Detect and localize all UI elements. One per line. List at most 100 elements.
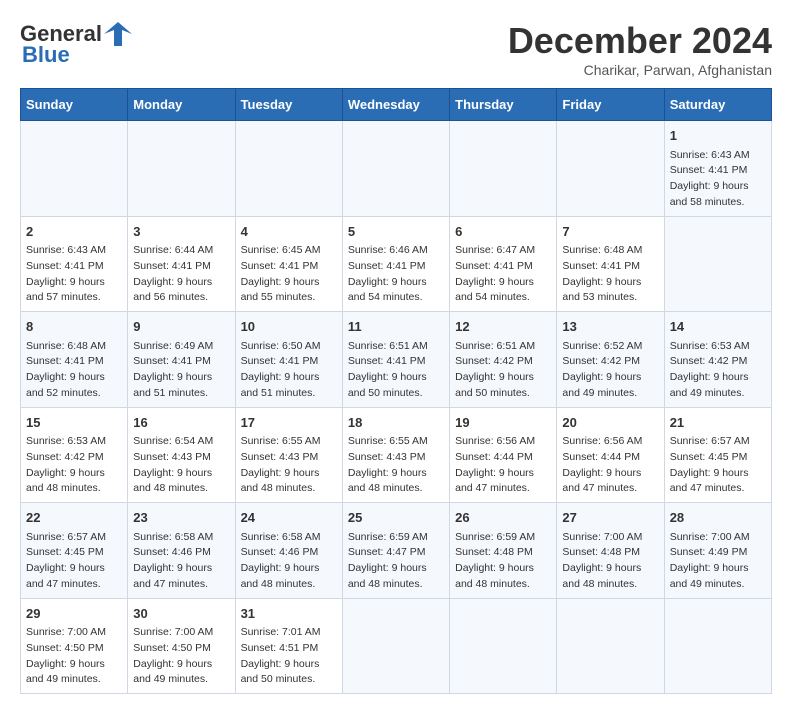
- daylight: Daylight: 9 hours and 48 minutes.: [241, 562, 320, 590]
- sunset: Sunset: 4:41 PM: [133, 260, 211, 272]
- sunrise: Sunrise: 6:56 AM: [455, 435, 535, 447]
- list-item: 24Sunrise: 6:58 AMSunset: 4:46 PMDayligh…: [235, 503, 342, 599]
- table-row: 22 Sunrise: 6:57 AM Sunset: 4:45 PM Dayligh…: [21, 503, 772, 599]
- day-number: 3: [133, 222, 229, 242]
- day-number: 1: [670, 126, 766, 146]
- col-saturday: Saturday: [664, 89, 771, 121]
- daylight: Daylight: 9 hours and 47 minutes.: [455, 467, 534, 495]
- table-row: 1 Sunrise: 6:43 AM Sunset: 4:41 PM Daylight…: [21, 121, 772, 217]
- table-row: 29 Sunrise: 7:00 AM Sunset: 4:50 PM Dayligh…: [21, 598, 772, 694]
- page-header: General Blue December 2024 Charikar, Par…: [20, 20, 772, 78]
- sunset: Sunset: 4:47 PM: [348, 546, 426, 558]
- list-item: 4Sunrise: 6:45 AMSunset: 4:41 PMDaylight…: [235, 216, 342, 312]
- day-number: 19: [455, 413, 551, 433]
- daylight: Daylight: 9 hours and 48 minutes.: [348, 467, 427, 495]
- day-number: 31: [241, 604, 337, 624]
- list-item: 2Sunrise: 6:43 AMSunset: 4:41 PMDaylight…: [21, 216, 128, 312]
- daylight: Daylight: 9 hours and 48 minutes.: [455, 562, 534, 590]
- day-number: 8: [26, 317, 122, 337]
- sunrise: Sunrise: 6:57 AM: [26, 531, 106, 543]
- daylight: Daylight: 9 hours and 54 minutes.: [348, 276, 427, 304]
- logo-bird-icon: [102, 20, 134, 48]
- list-item: 28Sunrise: 7:00 AMSunset: 4:49 PMDayligh…: [664, 503, 771, 599]
- daylight: Daylight: 9 hours and 51 minutes.: [241, 371, 320, 399]
- sunset: Sunset: 4:46 PM: [133, 546, 211, 558]
- list-item: 18Sunrise: 6:55 AMSunset: 4:43 PMDayligh…: [342, 407, 449, 503]
- daylight: Daylight: 9 hours and 47 minutes.: [133, 562, 212, 590]
- list-item: 3 Sunrise: 6:44 AM Sunset: 4:41 PM Daylight…: [128, 216, 235, 312]
- sunrise: Sunrise: 6:43 AM: [670, 149, 750, 161]
- sunrise: Sunrise: 6:47 AM: [455, 244, 535, 256]
- calendar-table: Sunday Monday Tuesday Wednesday Thursday…: [20, 88, 772, 694]
- sunset: Sunset: 4:45 PM: [26, 546, 104, 558]
- list-item: 7Sunrise: 6:48 AMSunset: 4:41 PMDaylight…: [557, 216, 664, 312]
- sunset: Sunset: 4:48 PM: [562, 546, 640, 558]
- sunrise: Sunrise: 6:51 AM: [348, 340, 428, 352]
- sunrise: Sunrise: 6:48 AM: [562, 244, 642, 256]
- daylight: Daylight: 9 hours and 47 minutes.: [26, 562, 105, 590]
- sunrise: Sunrise: 6:48 AM: [26, 340, 106, 352]
- sunset: Sunset: 4:43 PM: [348, 451, 426, 463]
- table-row: 2Sunrise: 6:43 AMSunset: 4:41 PMDaylight…: [21, 216, 772, 312]
- sunset: Sunset: 4:41 PM: [133, 355, 211, 367]
- day-number: 18: [348, 413, 444, 433]
- sunrise: Sunrise: 6:53 AM: [26, 435, 106, 447]
- location: Charikar, Parwan, Afghanistan: [508, 62, 772, 78]
- day-number: 27: [562, 508, 658, 528]
- daylight: Daylight: 9 hours and 56 minutes.: [133, 276, 212, 304]
- day-number: 7: [562, 222, 658, 242]
- sunrise: Sunrise: 6:50 AM: [241, 340, 321, 352]
- col-thursday: Thursday: [450, 89, 557, 121]
- col-monday: Monday: [128, 89, 235, 121]
- list-item: 19Sunrise: 6:56 AMSunset: 4:44 PMDayligh…: [450, 407, 557, 503]
- logo-blue: Blue: [20, 42, 70, 68]
- sunset: Sunset: 4:41 PM: [670, 164, 748, 176]
- daylight: Daylight: 9 hours and 52 minutes.: [26, 371, 105, 399]
- list-item: 31Sunrise: 7:01 AMSunset: 4:51 PMDayligh…: [235, 598, 342, 694]
- day-number: 5: [348, 222, 444, 242]
- day-number: 24: [241, 508, 337, 528]
- sunrise: Sunrise: 7:00 AM: [670, 531, 750, 543]
- daylight: Daylight: 9 hours and 57 minutes.: [26, 276, 105, 304]
- list-item: 6Sunrise: 6:47 AMSunset: 4:41 PMDaylight…: [450, 216, 557, 312]
- daylight: Daylight: 9 hours and 50 minutes.: [455, 371, 534, 399]
- list-item: 12Sunrise: 6:51 AMSunset: 4:42 PMDayligh…: [450, 312, 557, 408]
- day-number: 12: [455, 317, 551, 337]
- day-number: 14: [670, 317, 766, 337]
- sunset: Sunset: 4:41 PM: [348, 260, 426, 272]
- sunset: Sunset: 4:49 PM: [670, 546, 748, 558]
- daylight: Daylight: 9 hours and 58 minutes.: [670, 180, 749, 208]
- day-number: 2: [26, 222, 122, 242]
- daylight: Daylight: 9 hours and 48 minutes.: [241, 467, 320, 495]
- list-item: 25Sunrise: 6:59 AMSunset: 4:47 PMDayligh…: [342, 503, 449, 599]
- day-number: 29: [26, 604, 122, 624]
- sunset: Sunset: 4:44 PM: [562, 451, 640, 463]
- sunset: Sunset: 4:50 PM: [133, 642, 211, 654]
- sunset: Sunset: 4:41 PM: [348, 355, 426, 367]
- list-item: 11Sunrise: 6:51 AMSunset: 4:41 PMDayligh…: [342, 312, 449, 408]
- list-item: [557, 121, 664, 217]
- sunset: Sunset: 4:42 PM: [26, 451, 104, 463]
- day-number: 21: [670, 413, 766, 433]
- day-number: 10: [241, 317, 337, 337]
- day-number: 22: [26, 508, 122, 528]
- sunset: Sunset: 4:41 PM: [241, 260, 319, 272]
- daylight: Daylight: 9 hours and 47 minutes.: [562, 467, 641, 495]
- sunset: Sunset: 4:50 PM: [26, 642, 104, 654]
- sunset: Sunset: 4:41 PM: [26, 260, 104, 272]
- sunrise: Sunrise: 6:59 AM: [455, 531, 535, 543]
- daylight: Daylight: 9 hours and 49 minutes.: [670, 562, 749, 590]
- day-number: 6: [455, 222, 551, 242]
- daylight: Daylight: 9 hours and 49 minutes.: [133, 658, 212, 686]
- daylight: Daylight: 9 hours and 50 minutes.: [241, 658, 320, 686]
- list-item: 15Sunrise: 6:53 AMSunset: 4:42 PMDayligh…: [21, 407, 128, 503]
- list-item: 13Sunrise: 6:52 AMSunset: 4:42 PMDayligh…: [557, 312, 664, 408]
- list-item: 14Sunrise: 6:53 AMSunset: 4:42 PMDayligh…: [664, 312, 771, 408]
- day-number: 17: [241, 413, 337, 433]
- sunset: Sunset: 4:42 PM: [670, 355, 748, 367]
- sunrise: Sunrise: 6:44 AM: [133, 244, 213, 256]
- sunrise: Sunrise: 7:00 AM: [26, 626, 106, 638]
- header-row: Sunday Monday Tuesday Wednesday Thursday…: [21, 89, 772, 121]
- sunrise: Sunrise: 6:53 AM: [670, 340, 750, 352]
- day-number: 13: [562, 317, 658, 337]
